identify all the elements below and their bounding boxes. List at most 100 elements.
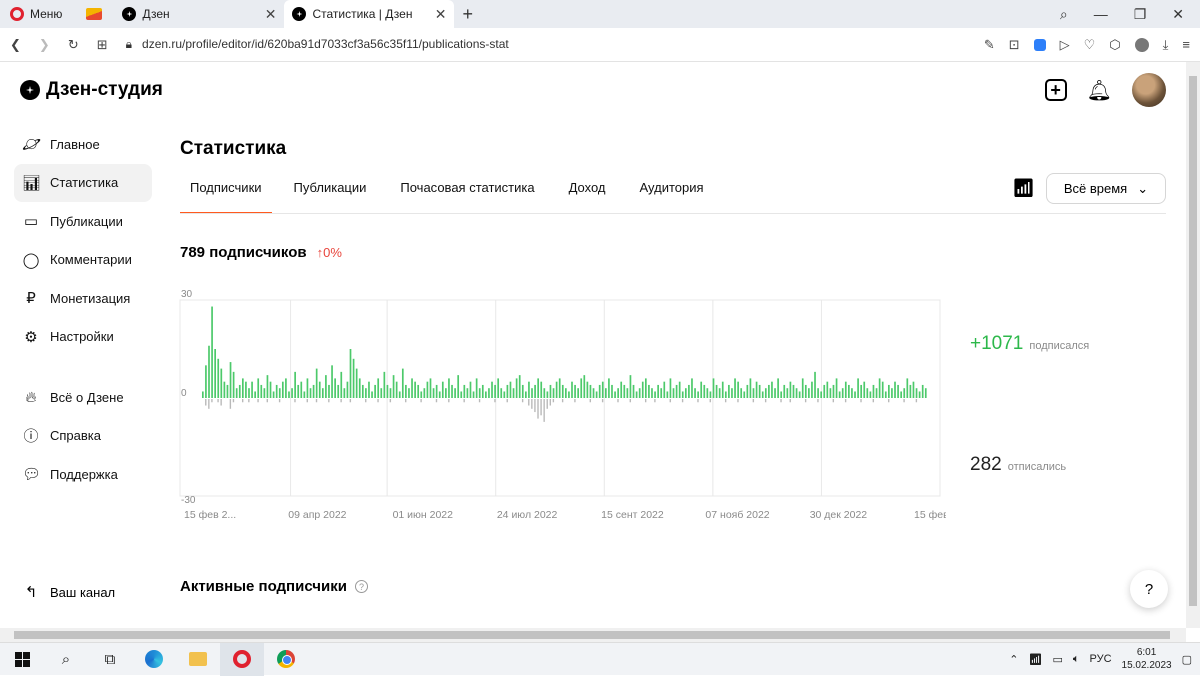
- tab-subscribers[interactable]: Подписчики: [180, 172, 272, 214]
- search-icon[interactable]: ⌕: [44, 643, 88, 676]
- forward-button[interactable]: ❯: [39, 37, 50, 53]
- sidebar-item-monetization[interactable]: ₽ Монетизация: [14, 279, 152, 318]
- bar-positive: [894, 381, 896, 398]
- system-tray: ⌃ 📶︎ ▭ 🔈︎ РУС 6:01 15.02.2023 ▢: [1009, 646, 1200, 672]
- bar-positive: [697, 391, 699, 398]
- bar-positive: [829, 388, 832, 398]
- edge-icon[interactable]: [132, 643, 176, 676]
- start-button[interactable]: [0, 643, 44, 676]
- horizontal-scrollbar[interactable]: [0, 628, 1186, 642]
- browser-tab-dzen[interactable]: Дзен ✕: [114, 0, 284, 28]
- help-button[interactable]: ?: [1130, 570, 1168, 608]
- menu-icon[interactable]: ≡: [1182, 37, 1190, 52]
- tab-hourly[interactable]: Почасовая статистика: [388, 172, 546, 214]
- bar-positive: [555, 381, 558, 398]
- sidebar-item-help[interactable]: ⓘ Справка: [14, 417, 152, 456]
- bar-positive: [774, 388, 776, 398]
- camera-icon[interactable]: ⊡: [1009, 37, 1020, 53]
- bar-negative: [644, 399, 647, 403]
- create-post-button[interactable]: +: [1044, 79, 1067, 101]
- opera-logo-icon: [10, 7, 24, 21]
- vertical-scrollbar[interactable]: [1186, 62, 1200, 628]
- scrollbar-thumb[interactable]: [14, 631, 1170, 639]
- file-explorer-icon[interactable]: [176, 643, 220, 676]
- subscribers-delta: ↑0%: [316, 245, 342, 260]
- bar-positive: [900, 391, 903, 398]
- new-tab-button[interactable]: +: [454, 4, 481, 25]
- sidebar-item-settings[interactable]: ⚙ Настройки: [14, 318, 152, 357]
- battery-icon[interactable]: ▭: [1052, 653, 1062, 666]
- opera-taskbar-icon[interactable]: [220, 642, 264, 676]
- reload-button[interactable]: ↻: [68, 37, 79, 53]
- chart-view-icon[interactable]: 📶︎: [1012, 178, 1035, 199]
- sidebar-item-comments[interactable]: ◯ Комментарии: [14, 241, 152, 280]
- bell-icon[interactable]: 🔔︎: [1087, 78, 1112, 103]
- minimize-button[interactable]: —: [1094, 6, 1108, 22]
- bar-positive: [577, 388, 579, 398]
- maximize-button[interactable]: ❐: [1134, 6, 1147, 23]
- vpn-shield-icon[interactable]: [1033, 38, 1046, 51]
- url-field[interactable]: 🔒︎ dzen.ru/profile/editor/id/620ba91d7033…: [126, 37, 509, 52]
- close-window-button[interactable]: ✕: [1172, 6, 1184, 23]
- back-button[interactable]: ❮: [10, 37, 21, 53]
- dzen-logo-icon: [20, 80, 40, 100]
- x-tick-label: 24 июл 2022: [497, 509, 558, 521]
- download-icon[interactable]: ⤓: [1163, 37, 1169, 53]
- sidebar-item-support[interactable]: 💬︎ Поддержка: [14, 455, 152, 494]
- bar-positive: [814, 371, 816, 398]
- speed-dial-icon[interactable]: ⊞: [97, 37, 108, 53]
- windows-taskbar: ⌕ ⧉ ⌃ 📶︎ ▭ 🔈︎ РУС 6:01 15.02.2023 ▢: [0, 642, 1200, 676]
- bar-negative: [420, 399, 422, 403]
- user-avatar[interactable]: [1132, 73, 1166, 107]
- close-tab-icon[interactable]: ✕: [435, 6, 447, 23]
- bar-positive: [241, 378, 244, 398]
- bar-negative: [278, 399, 281, 403]
- bar-positive: [571, 381, 573, 398]
- bar-positive: [684, 388, 687, 398]
- chrome-icon[interactable]: [264, 643, 308, 676]
- sidebar-item-publications[interactable]: ▭ Публикации: [14, 202, 152, 241]
- task-view-icon[interactable]: ⧉: [88, 643, 132, 676]
- sidebar-item-label: Комментарии: [50, 252, 132, 268]
- scrollbar-thumb[interactable]: [1189, 76, 1197, 606]
- extensions-icon[interactable]: ⬡: [1109, 37, 1120, 53]
- browser-tab-stats[interactable]: Статистика | Дзен ✕: [284, 0, 455, 28]
- heart-icon[interactable]: ♡: [1084, 37, 1096, 53]
- clock[interactable]: 6:01 15.02.2023: [1122, 646, 1172, 672]
- tab-income[interactable]: Доход: [557, 172, 618, 214]
- send-icon[interactable]: ▷: [1060, 37, 1070, 53]
- bar-positive: [795, 388, 798, 398]
- bar-positive: [808, 388, 810, 398]
- sidebar-item-statistics[interactable]: 📊︎ Статистика: [14, 163, 152, 202]
- bar-negative: [328, 399, 330, 403]
- profile-icon[interactable]: [1134, 37, 1149, 52]
- notifications-icon[interactable]: ▢: [1182, 653, 1192, 666]
- sidebar-item-main[interactable]: 🪐︎ Главное: [14, 125, 152, 164]
- bar-positive: [746, 384, 749, 398]
- tab-publications[interactable]: Публикации: [282, 172, 379, 214]
- chevron-down-icon: ⌄: [1137, 180, 1149, 196]
- volume-icon[interactable]: 🔈︎: [1073, 653, 1080, 666]
- bar-positive: [758, 384, 761, 398]
- network-icon[interactable]: 📶︎: [1029, 653, 1043, 666]
- close-tab-icon[interactable]: ✕: [265, 6, 277, 23]
- bar-positive: [672, 388, 675, 398]
- bar-positive: [654, 391, 656, 398]
- subscribers-chart[interactable]: 30 0 -30 15 фев 2... 09 апр 2022 01 июн 2022 2…: [178, 288, 946, 524]
- info-icon[interactable]: ?: [354, 580, 368, 593]
- tab-audience[interactable]: Аудитория: [628, 172, 716, 214]
- x-tick-label: 09 апр 2022: [288, 509, 346, 521]
- bar-positive: [841, 388, 844, 398]
- sidebar-divider: [14, 356, 152, 378]
- period-select[interactable]: Всё время ⌄: [1046, 173, 1166, 204]
- sidebar-item-about[interactable]: 🔥︎ Всё о Дзене: [14, 378, 152, 417]
- search-tabs-icon[interactable]: ⌕: [1060, 6, 1068, 23]
- dzen-studio-logo[interactable]: Дзен-студия: [20, 79, 163, 101]
- tray-expand-icon[interactable]: ⌃: [1009, 653, 1018, 666]
- mail-icon[interactable]: [86, 8, 103, 20]
- language-indicator[interactable]: РУС: [1090, 653, 1112, 665]
- edit-icon[interactable]: ✎: [984, 37, 995, 53]
- your-channel-link[interactable]: ↰ Ваш канал: [22, 583, 115, 601]
- opera-menu-button[interactable]: Меню: [0, 0, 72, 28]
- sidebar-item-label: Главное: [50, 136, 100, 152]
